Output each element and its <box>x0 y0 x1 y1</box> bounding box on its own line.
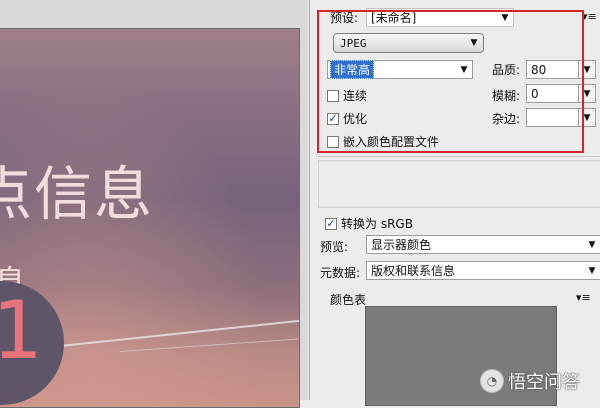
blur-value[interactable]: 0 <box>527 87 578 101</box>
quality-value[interactable]: 80 <box>527 63 578 77</box>
convert-srgb-label: 转换为 sRGB <box>341 217 413 231</box>
metadata-row: 元数据: <box>320 264 360 281</box>
chevron-down-icon: ▼ <box>470 38 478 48</box>
optimized-label: 优化 <box>343 112 368 126</box>
quality-preset-value: 非常高 <box>330 60 375 79</box>
panel-menu-icon[interactable]: ▾≡ <box>582 10 597 23</box>
preview-color-select[interactable]: 显示器颜色 ▼ <box>366 235 600 254</box>
blur-row: 模糊: <box>492 87 520 104</box>
chevron-down-icon[interactable]: ▼ <box>578 85 595 102</box>
preview-wire-line <box>59 317 299 347</box>
image-preview-area: 点信息 息 1 <box>0 0 308 408</box>
embed-profile-option[interactable]: 嵌入颜色配置文件 <box>327 133 439 150</box>
quality-stepper[interactable]: 80 ▼ <box>526 60 596 79</box>
preview-number-text: 1 <box>0 291 43 371</box>
watermark: ◔ 悟空问答 <box>480 368 580 394</box>
optimized-checkbox[interactable]: ✓ <box>327 112 339 125</box>
embed-profile-checkbox[interactable] <box>327 135 339 148</box>
metadata-value: 版权和联系信息 <box>371 264 456 278</box>
metadata-label: 元数据: <box>320 266 361 280</box>
matte-label: 杂边: <box>492 112 521 126</box>
embed-profile-label: 嵌入颜色配置文件 <box>343 135 440 149</box>
blur-label: 模糊: <box>492 89 521 103</box>
convert-srgb-option[interactable]: ✓ 转换为 sRGB <box>325 215 413 232</box>
progressive-option[interactable]: 连续 <box>327 87 367 104</box>
preview-wire-line-2 <box>119 337 299 352</box>
optimized-option[interactable]: ✓ 优化 <box>327 110 367 127</box>
matte-row: 杂边: <box>492 110 520 127</box>
file-format-select[interactable]: JPEG ▼ <box>333 33 484 53</box>
quality-label: 品质: <box>492 63 521 77</box>
chevron-down-icon: ▼ <box>588 265 596 276</box>
chevron-down-icon[interactable]: ▼ <box>578 109 595 126</box>
progressive-label: 连续 <box>343 89 368 103</box>
color-table-menu-icon[interactable]: ▾≡ <box>576 291 591 304</box>
watermark-logo-icon: ◔ <box>480 369 504 393</box>
watermark-text: 悟空问答 <box>508 372 580 393</box>
chevron-down-icon[interactable]: ▼ <box>578 61 595 78</box>
chevron-down-icon: ▼ <box>460 64 468 75</box>
matte-select[interactable]: ▼ <box>526 108 596 127</box>
preset-row: 预设: <box>330 9 358 26</box>
preview-color-value: 显示器颜色 <box>371 238 432 252</box>
chevron-down-icon: ▼ <box>588 239 596 250</box>
chevron-down-icon: ▼ <box>501 12 509 23</box>
preset-label: 预设: <box>330 11 359 25</box>
blur-stepper[interactable]: 0 ▼ <box>526 84 596 103</box>
color-table-header: 颜色表 <box>330 291 366 308</box>
progressive-checkbox[interactable] <box>327 89 339 102</box>
preview-heading-text: 点信息 <box>0 160 155 228</box>
quality-preset-select[interactable]: 非常高 ▼ <box>327 60 473 79</box>
color-table-label: 颜色表 <box>330 293 367 307</box>
empty-settings-area <box>318 160 600 208</box>
convert-srgb-checkbox[interactable]: ✓ <box>325 217 337 230</box>
section-divider <box>318 156 600 157</box>
preview-label: 预览: <box>320 240 349 254</box>
preset-value: [未命名] <box>371 11 417 25</box>
file-format-value: JPEG <box>340 36 367 50</box>
metadata-select[interactable]: 版权和联系信息 ▼ <box>366 261 600 280</box>
preset-select[interactable]: [未命名] ▼ <box>366 8 514 27</box>
image-preview[interactable]: 点信息 息 1 <box>0 28 300 408</box>
preview-row: 预览: <box>320 238 348 255</box>
quality-row: 品质: <box>492 61 520 78</box>
